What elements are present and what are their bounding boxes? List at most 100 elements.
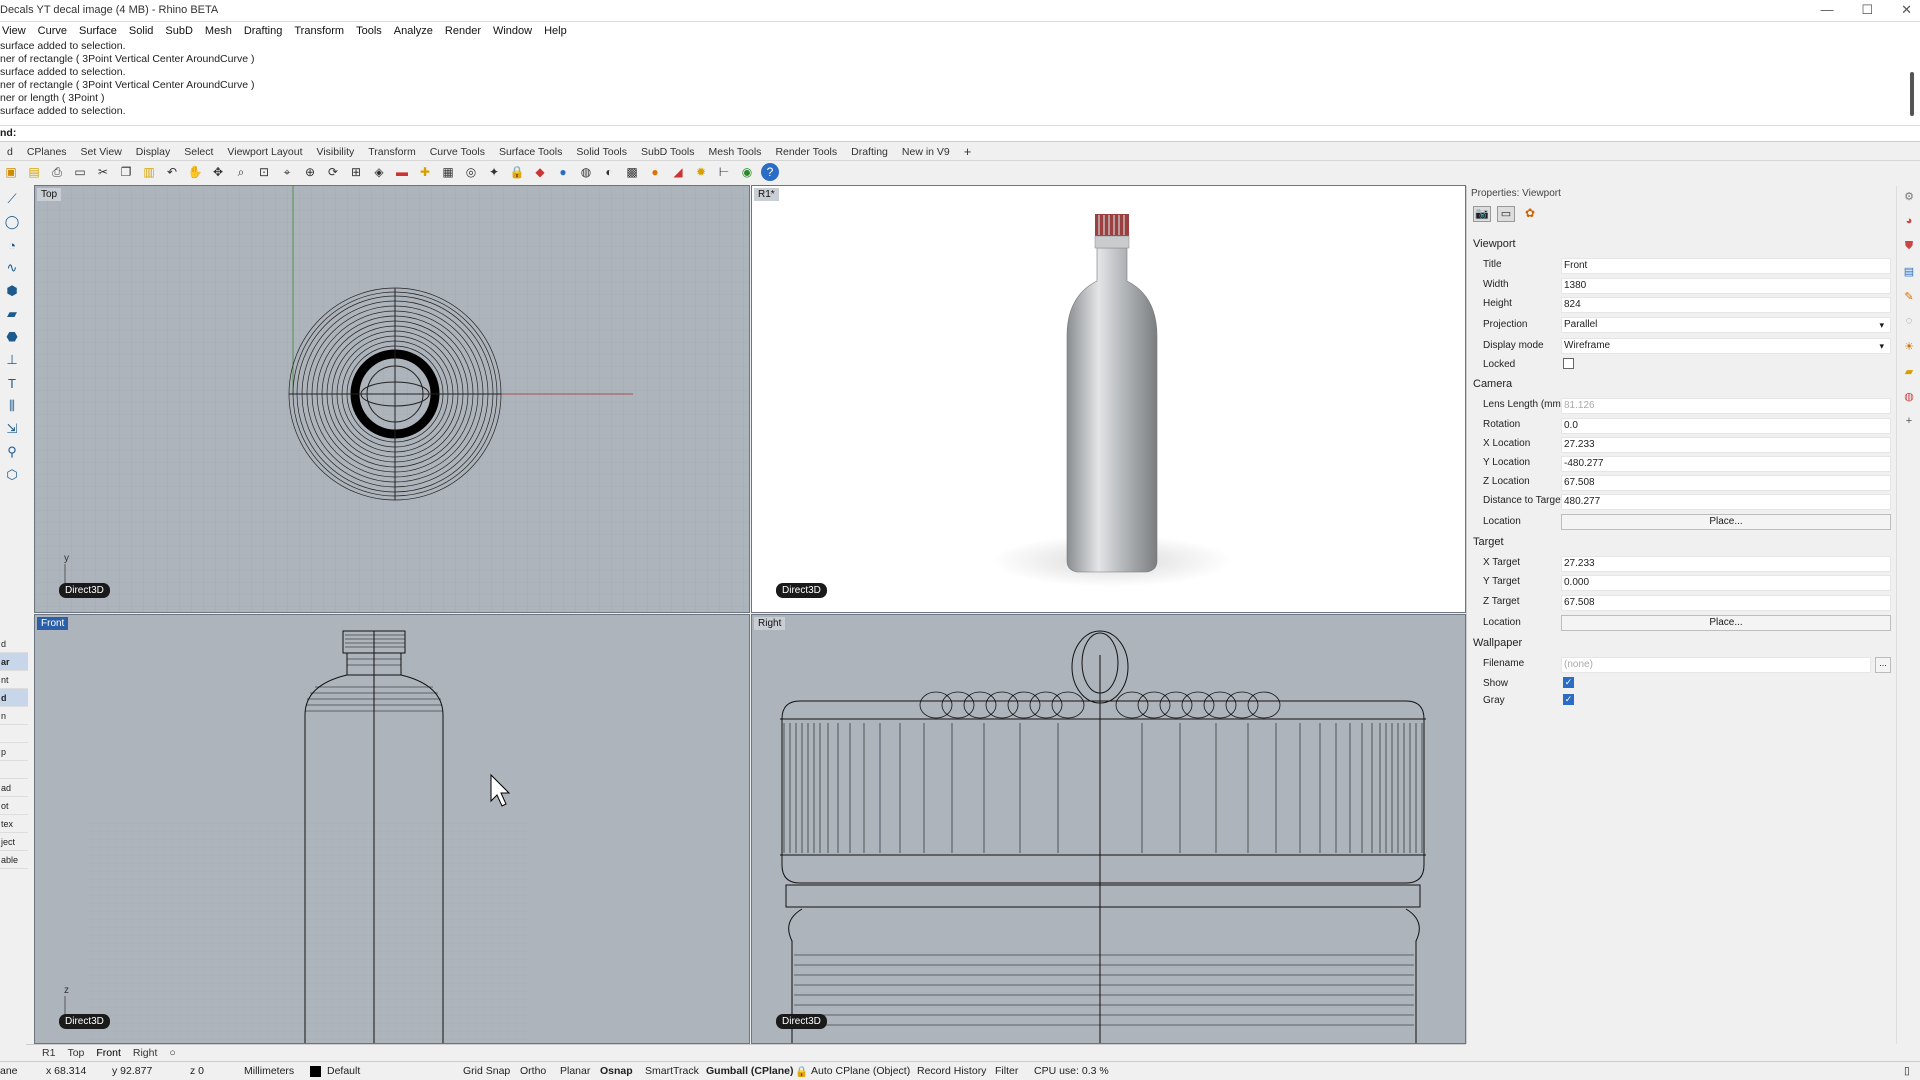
add-tab-button[interactable]: + (957, 144, 979, 159)
undo-icon[interactable]: ↶ (163, 163, 181, 181)
list-item[interactable]: p (0, 743, 28, 761)
tab-display[interactable]: Display (129, 146, 177, 158)
list-item[interactable]: tex (0, 815, 28, 833)
tab-mesh-tools[interactable]: Mesh Tools (702, 146, 769, 158)
menu-render[interactable]: Render (443, 25, 483, 37)
analyze-icon[interactable]: ⚲ (2, 442, 22, 462)
zoom-window-icon[interactable]: ⊡ (255, 163, 273, 181)
circle-icon[interactable]: ◯ (2, 212, 22, 232)
tab-cplanes[interactable]: CPlanes (20, 146, 74, 158)
tab-right[interactable]: Right (133, 1047, 158, 1059)
light-icon[interactable]: ✦ (485, 163, 503, 181)
menu-tools[interactable]: Tools (354, 25, 384, 37)
camera-icon[interactable]: 📷 (1473, 206, 1491, 222)
width-field[interactable]: 1380 (1561, 278, 1891, 294)
top-viewport[interactable]: y Top Direct3D (34, 185, 750, 613)
lock-icon[interactable]: 🔒 (508, 163, 526, 181)
settings-icon[interactable]: ✹ (692, 163, 710, 181)
template-icon[interactable]: ▭ (71, 163, 89, 181)
target-icon[interactable]: ◎ (462, 163, 480, 181)
explode-icon[interactable]: ⬡ (2, 465, 22, 485)
viewport-icon[interactable]: ▭ (1497, 206, 1515, 222)
record-history-toggle[interactable]: Record History (917, 1065, 986, 1077)
move-view-icon[interactable]: ✥ (209, 163, 227, 181)
print-icon[interactable]: ⎙ (48, 163, 66, 181)
transform-icon[interactable]: ⇲ (2, 419, 22, 439)
list-item[interactable]: ject (0, 833, 28, 851)
gear-icon[interactable]: ⚙ (1901, 190, 1917, 206)
gumball-toggle[interactable]: Gumball (CPlane) (706, 1065, 794, 1077)
command-prompt[interactable]: nd: (0, 126, 1920, 142)
list-item[interactable]: ar (0, 653, 28, 671)
ortho-toggle[interactable]: Ortho (520, 1065, 546, 1077)
list-item[interactable]: nt (0, 671, 28, 689)
color-icon[interactable]: ● (554, 163, 572, 181)
list-item[interactable] (0, 725, 28, 743)
layer-icon[interactable]: ◆ (531, 163, 549, 181)
pencil-icon[interactable]: ✎ (1901, 290, 1917, 306)
planar-toggle[interactable]: Planar (560, 1065, 590, 1077)
chevron-down-icon[interactable]: ▾ (1879, 341, 1884, 352)
render-icon[interactable]: ● (646, 163, 664, 181)
command-scrollbar[interactable] (1910, 72, 1914, 116)
arc-icon[interactable]: ◔ (2, 235, 22, 255)
list-item[interactable]: ot (0, 797, 28, 815)
tab-subd-tools[interactable]: SubD Tools (634, 146, 702, 158)
osnap-toggle[interactable]: Osnap (600, 1065, 633, 1077)
paste-icon[interactable]: ▥ (140, 163, 158, 181)
z-target-field[interactable]: 67.508 (1561, 595, 1891, 611)
tab-drafting[interactable]: Drafting (844, 146, 895, 158)
tab-visibility[interactable]: Visibility (310, 146, 362, 158)
box-icon[interactable]: ⬢ (2, 281, 22, 301)
minimize-button[interactable]: — (1820, 2, 1833, 18)
tab-select[interactable]: Select (177, 146, 220, 158)
shaded-icon[interactable]: ◐ (600, 163, 618, 181)
material-icon[interactable]: ✿ (1521, 206, 1539, 222)
grid-snap-toggle[interactable]: Grid Snap (463, 1065, 510, 1077)
pan-icon[interactable]: ✋ (186, 163, 204, 181)
list-item[interactable]: d (0, 635, 28, 653)
menu-window[interactable]: Window (491, 25, 534, 37)
cplane-icon[interactable]: ◈ (370, 163, 388, 181)
locked-checkbox[interactable] (1563, 358, 1574, 369)
y-location-field[interactable]: -480.277 (1561, 456, 1891, 472)
snap-icon[interactable]: ✚ (416, 163, 434, 181)
filter-toggle[interactable]: Filter (995, 1065, 1018, 1077)
list-item[interactable] (0, 761, 28, 779)
array-icon[interactable]: ⫼ (2, 396, 22, 416)
display-mode-select[interactable]: Wireframe (1561, 338, 1891, 354)
distance-field[interactable]: 480.277 (1561, 494, 1891, 510)
auto-cplane-toggle[interactable]: Auto CPlane (Object) (811, 1065, 910, 1077)
tab-solid-tools[interactable]: Solid Tools (569, 146, 634, 158)
list-item[interactable]: ad (0, 779, 28, 797)
viewport-title-perspective[interactable]: R1* (754, 188, 779, 201)
zoom-extents-icon[interactable]: ⌖ (278, 163, 296, 181)
viewport-title-front[interactable]: Front (37, 617, 69, 630)
tab-curve-tools[interactable]: Curve Tools (423, 146, 492, 158)
filename-field[interactable]: (none) (1561, 657, 1871, 673)
menu-curve[interactable]: Curve (36, 25, 69, 37)
units-status[interactable]: Millimeters (244, 1065, 294, 1077)
lights-icon[interactable]: ☀ (1901, 340, 1917, 356)
perspective-viewport[interactable]: R1* Direct3D (751, 185, 1466, 613)
add-viewport-icon[interactable]: ○ (169, 1047, 175, 1059)
menu-solid[interactable]: Solid (127, 25, 155, 37)
text-icon[interactable]: T (2, 373, 22, 393)
select-icon[interactable]: ▬ (393, 163, 411, 181)
projection-select[interactable]: Parallel (1561, 317, 1891, 333)
properties-icon[interactable]: ⛊ (1901, 240, 1917, 256)
dimension-icon[interactable]: ⊢ (715, 163, 733, 181)
cplane-status[interactable]: ane (0, 1065, 18, 1077)
rotate-view-icon[interactable]: ⟳ (324, 163, 342, 181)
display-icon[interactable]: ◌ (1901, 315, 1917, 331)
gray-checkbox[interactable]: ✓ (1563, 694, 1574, 705)
title-field[interactable]: Front (1561, 258, 1891, 274)
curve-icon[interactable]: ∿ (2, 258, 22, 278)
show-checkbox[interactable]: ✓ (1563, 677, 1574, 688)
solid-icon[interactable]: ⬣ (2, 327, 22, 347)
list-item[interactable]: d (0, 689, 28, 707)
layer-status[interactable]: Default (327, 1065, 360, 1077)
x-target-field[interactable]: 27.233 (1561, 556, 1891, 572)
rotation-field[interactable]: 0.0 (1561, 418, 1891, 434)
help-icon[interactable]: ? (761, 163, 779, 181)
